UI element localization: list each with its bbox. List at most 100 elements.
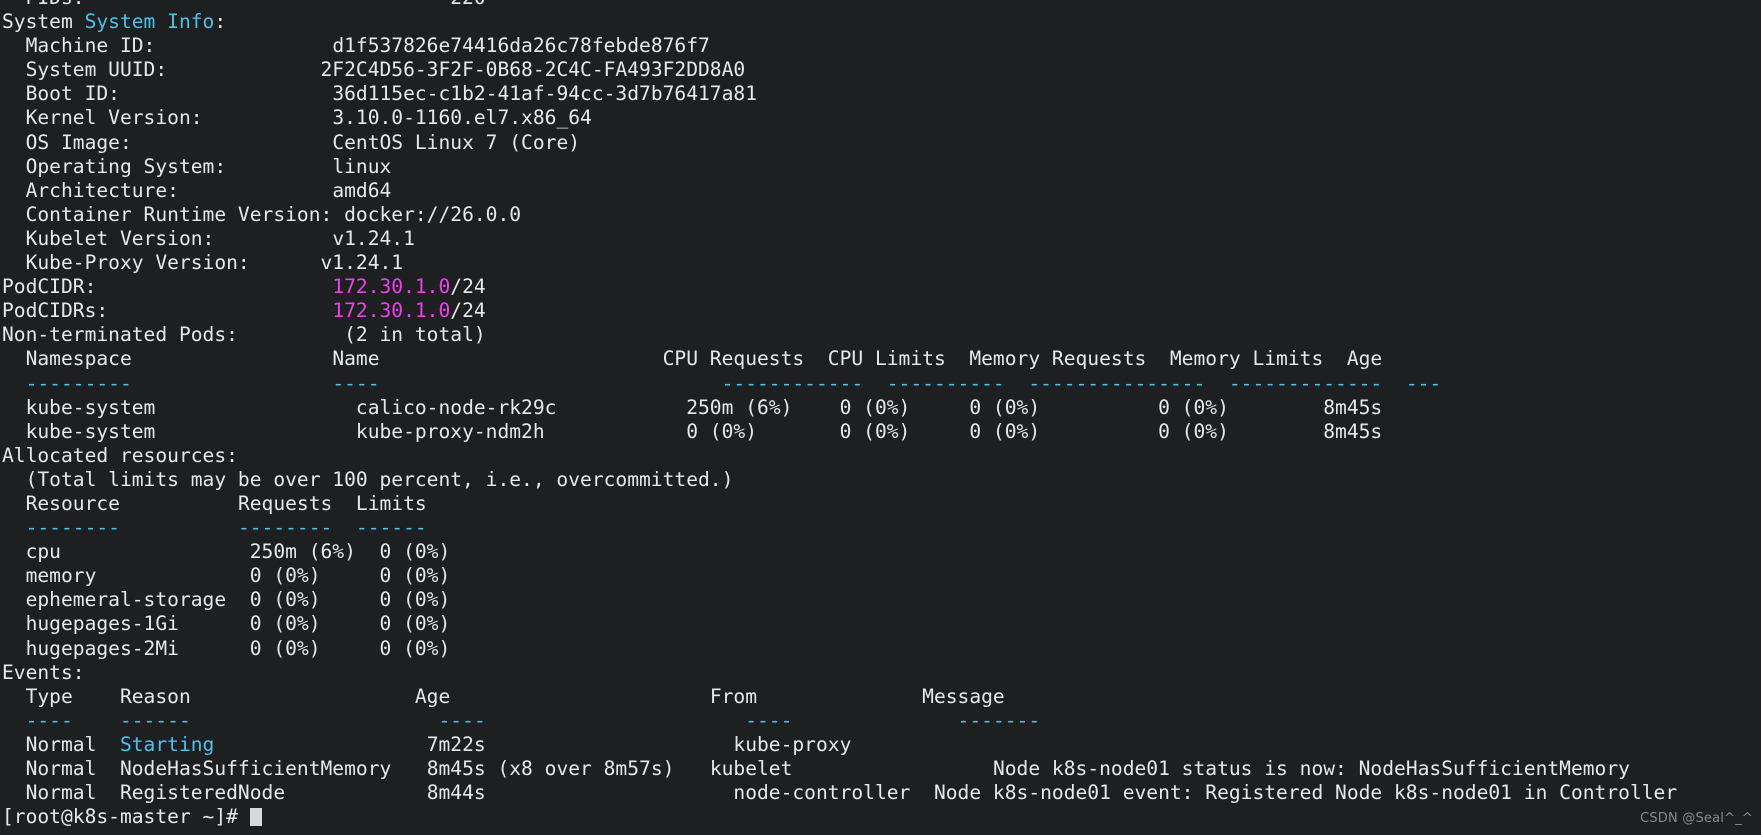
pods-table-rule: --------- ---- ------------ ---------- -… — [0, 372, 1761, 396]
pod-name: kube-proxy-ndm2h — [355, 419, 545, 443]
alloc-resource: hugepages-1Gi — [25, 612, 179, 636]
sysinfo-label-kubeproxy-version: Kube-Proxy Version: — [2, 251, 250, 275]
podcidr-row: PodCIDR: 172.30.1.0/24 — [0, 275, 1761, 299]
event-from: node-controller — [733, 781, 911, 805]
events-table-row: Normal Starting 7m22s kube-proxy — [0, 733, 1761, 757]
sysinfo-row-kubeproxy-version: Kube-Proxy Version: v1.24.1 — [0, 251, 1761, 275]
system-info-header-colon: : — [214, 10, 227, 34]
events-table-rule: ---- ------ ---- ---- ------- — [0, 709, 1761, 733]
pods-col-name: Name — [332, 347, 380, 371]
podcidrs-label: PodCIDRs: — [2, 299, 109, 323]
podcidr-label: PodCIDR: — [2, 275, 97, 299]
pod-cpu-limits: 0 (0%) — [839, 395, 911, 419]
pods-col-memory-limits: Memory Limits — [1169, 347, 1324, 371]
pods-table-row: kube-system calico-node-rk29c 250m (6%) … — [0, 396, 1761, 420]
event-reason: RegisteredNode — [119, 781, 286, 805]
alloc-requests: 0 (0%) — [249, 612, 321, 636]
terminal-scrollback: PIDs: 220 System System Info: Machine ID… — [0, 0, 1761, 829]
terminal-window[interactable]: PIDs: 220 System System Info: Machine ID… — [0, 0, 1761, 835]
pods-rule-name: ---- — [332, 371, 380, 395]
alloc-limits: 0 (0%) — [379, 636, 451, 660]
sysinfo-value-kubeproxy-version: v1.24.1 — [320, 251, 404, 275]
pods-col-cpu-requests: CPU Requests — [662, 347, 805, 371]
partial-top-line: PIDs: 220 — [0, 0, 1761, 10]
sysinfo-value-architecture: amd64 — [332, 178, 392, 202]
alloc-limits: 0 (0%) — [379, 540, 451, 564]
sysinfo-label-container-runtime: Container Runtime Version: — [2, 202, 333, 226]
events-table-row: Normal RegisteredNode 8m44s node-control… — [0, 781, 1761, 805]
events-col-type: Type — [25, 684, 73, 708]
event-from: kube-proxy — [733, 732, 852, 756]
non-terminated-pods-label: Non-terminated Pods: — [2, 323, 238, 347]
sysinfo-label-machine-id: Machine ID: — [2, 34, 156, 58]
alloc-requests: 0 (0%) — [249, 588, 321, 612]
pod-memory-limits: 0 (0%) — [1158, 395, 1229, 419]
allocated-resources-label: Allocated resources: — [0, 444, 1761, 468]
alloc-resource: ephemeral-storage — [25, 588, 227, 612]
pods-rule-memory-requests: --------------- — [1028, 371, 1206, 395]
sysinfo-row-os-image: OS Image: CentOS Linux 7 (Core) — [0, 131, 1761, 155]
sysinfo-value-kubelet-version: v1.24.1 — [332, 226, 415, 250]
events-label: Events: — [0, 661, 1761, 685]
sysinfo-value-container-runtime: docker://26.0.0 — [344, 202, 522, 226]
sysinfo-row-architecture: Architecture: amd64 — [0, 179, 1761, 203]
pod-namespace: kube-system — [25, 395, 156, 419]
pod-memory-limits: 0 (0%) — [1158, 419, 1229, 443]
alloc-resource: cpu — [25, 540, 61, 564]
shell-prompt-line[interactable]: [root@k8s-master ~]# — [0, 805, 1761, 829]
event-age: 8m44s — [426, 781, 486, 805]
podcidr-network: 172.30.1.0 — [332, 275, 451, 299]
pods-rule-age: --- — [1405, 371, 1442, 395]
sysinfo-label-os-image: OS Image: — [2, 130, 132, 154]
podcidr-pad — [96, 275, 332, 298]
alloc-table-row: ephemeral-storage 0 (0%) 0 (0%) — [0, 588, 1761, 612]
sysinfo-row-machine-id: Machine ID: d1f537826e74416da26c78febde8… — [0, 34, 1761, 58]
pods-table-row: kube-system kube-proxy-ndm2h 0 (0%) 0 (0… — [0, 420, 1761, 444]
alloc-table-row: hugepages-1Gi 0 (0%) 0 (0%) — [0, 612, 1761, 636]
sysinfo-pad — [250, 251, 321, 274]
system-info-header-prefix: System — [2, 10, 85, 34]
events-rule-message: ------- — [957, 708, 1041, 732]
watermark: CSDN @Seal^_^ — [1640, 810, 1753, 826]
sysinfo-row-operating-system: Operating System: linux — [0, 155, 1761, 179]
sysinfo-row-kernel-version: Kernel Version: 3.10.0-1160.el7.x86_64 — [0, 106, 1761, 130]
event-from: kubelet — [709, 757, 793, 780]
pod-age: 8m45s — [1323, 419, 1383, 443]
pod-name: calico-node-rk29c — [355, 395, 557, 419]
pod-cpu-requests: 0 (0%) — [686, 419, 757, 443]
event-type: Normal — [25, 781, 97, 805]
events-table-header: Type Reason Age From Message — [0, 685, 1761, 709]
sysinfo-row-container-runtime: Container Runtime Version: docker://26.0… — [0, 203, 1761, 227]
podcidrs-network: 172.30.1.0 — [332, 299, 451, 323]
pod-age: 8m45s — [1323, 395, 1383, 419]
podcidrs-pad — [108, 299, 332, 322]
alloc-table-row: memory 0 (0%) 0 (0%) — [0, 564, 1761, 588]
alloc-col-limits: Limits — [355, 491, 427, 515]
event-age: 7m22s — [426, 732, 486, 756]
pods-rule-cpu-limits: ---------- — [886, 371, 1005, 395]
non-terminated-pods-row: Non-terminated Pods: (2 in total) — [0, 323, 1761, 347]
text-cursor — [249, 808, 262, 827]
sysinfo-label-architecture: Architecture: — [2, 178, 179, 202]
sysinfo-label-operating-system: Operating System: — [2, 154, 227, 178]
podcidrs-row: PodCIDRs: 172.30.1.0/24 — [0, 299, 1761, 323]
system-info-header-label: System Info — [84, 10, 215, 34]
pods-col-age: Age — [1346, 347, 1383, 371]
sysinfo-label-boot-id: Boot ID: — [2, 82, 120, 106]
system-info-header: System System Info: — [0, 10, 1761, 34]
events-col-age: Age — [414, 684, 451, 708]
sysinfo-row-system-uuid: System UUID: 2F2C4D56-3F2F-0B68-2C4C-FA4… — [0, 58, 1761, 82]
alloc-resource: hugepages-2Mi — [25, 636, 179, 660]
pods-rule-namespace: --------- — [25, 371, 132, 395]
sysinfo-value-os-image: CentOS Linux 7 (Core) — [332, 130, 581, 154]
pod-memory-requests: 0 (0%) — [969, 395, 1041, 419]
allocated-resources-label-text: Allocated resources: — [2, 443, 238, 467]
events-col-from: From — [709, 684, 757, 708]
sysinfo-value-system-uuid: 2F2C4D56-3F2F-0B68-2C4C-FA493F2DD8A0 — [320, 58, 746, 82]
alloc-requests: 0 (0%) — [249, 564, 321, 588]
event-type: Normal — [25, 732, 97, 756]
events-col-message: Message — [922, 684, 1005, 708]
alloc-table-row: cpu 250m (6%) 0 (0%) — [0, 540, 1761, 564]
sysinfo-pad — [203, 106, 333, 129]
alloc-table-header: Resource Requests Limits — [0, 492, 1761, 516]
